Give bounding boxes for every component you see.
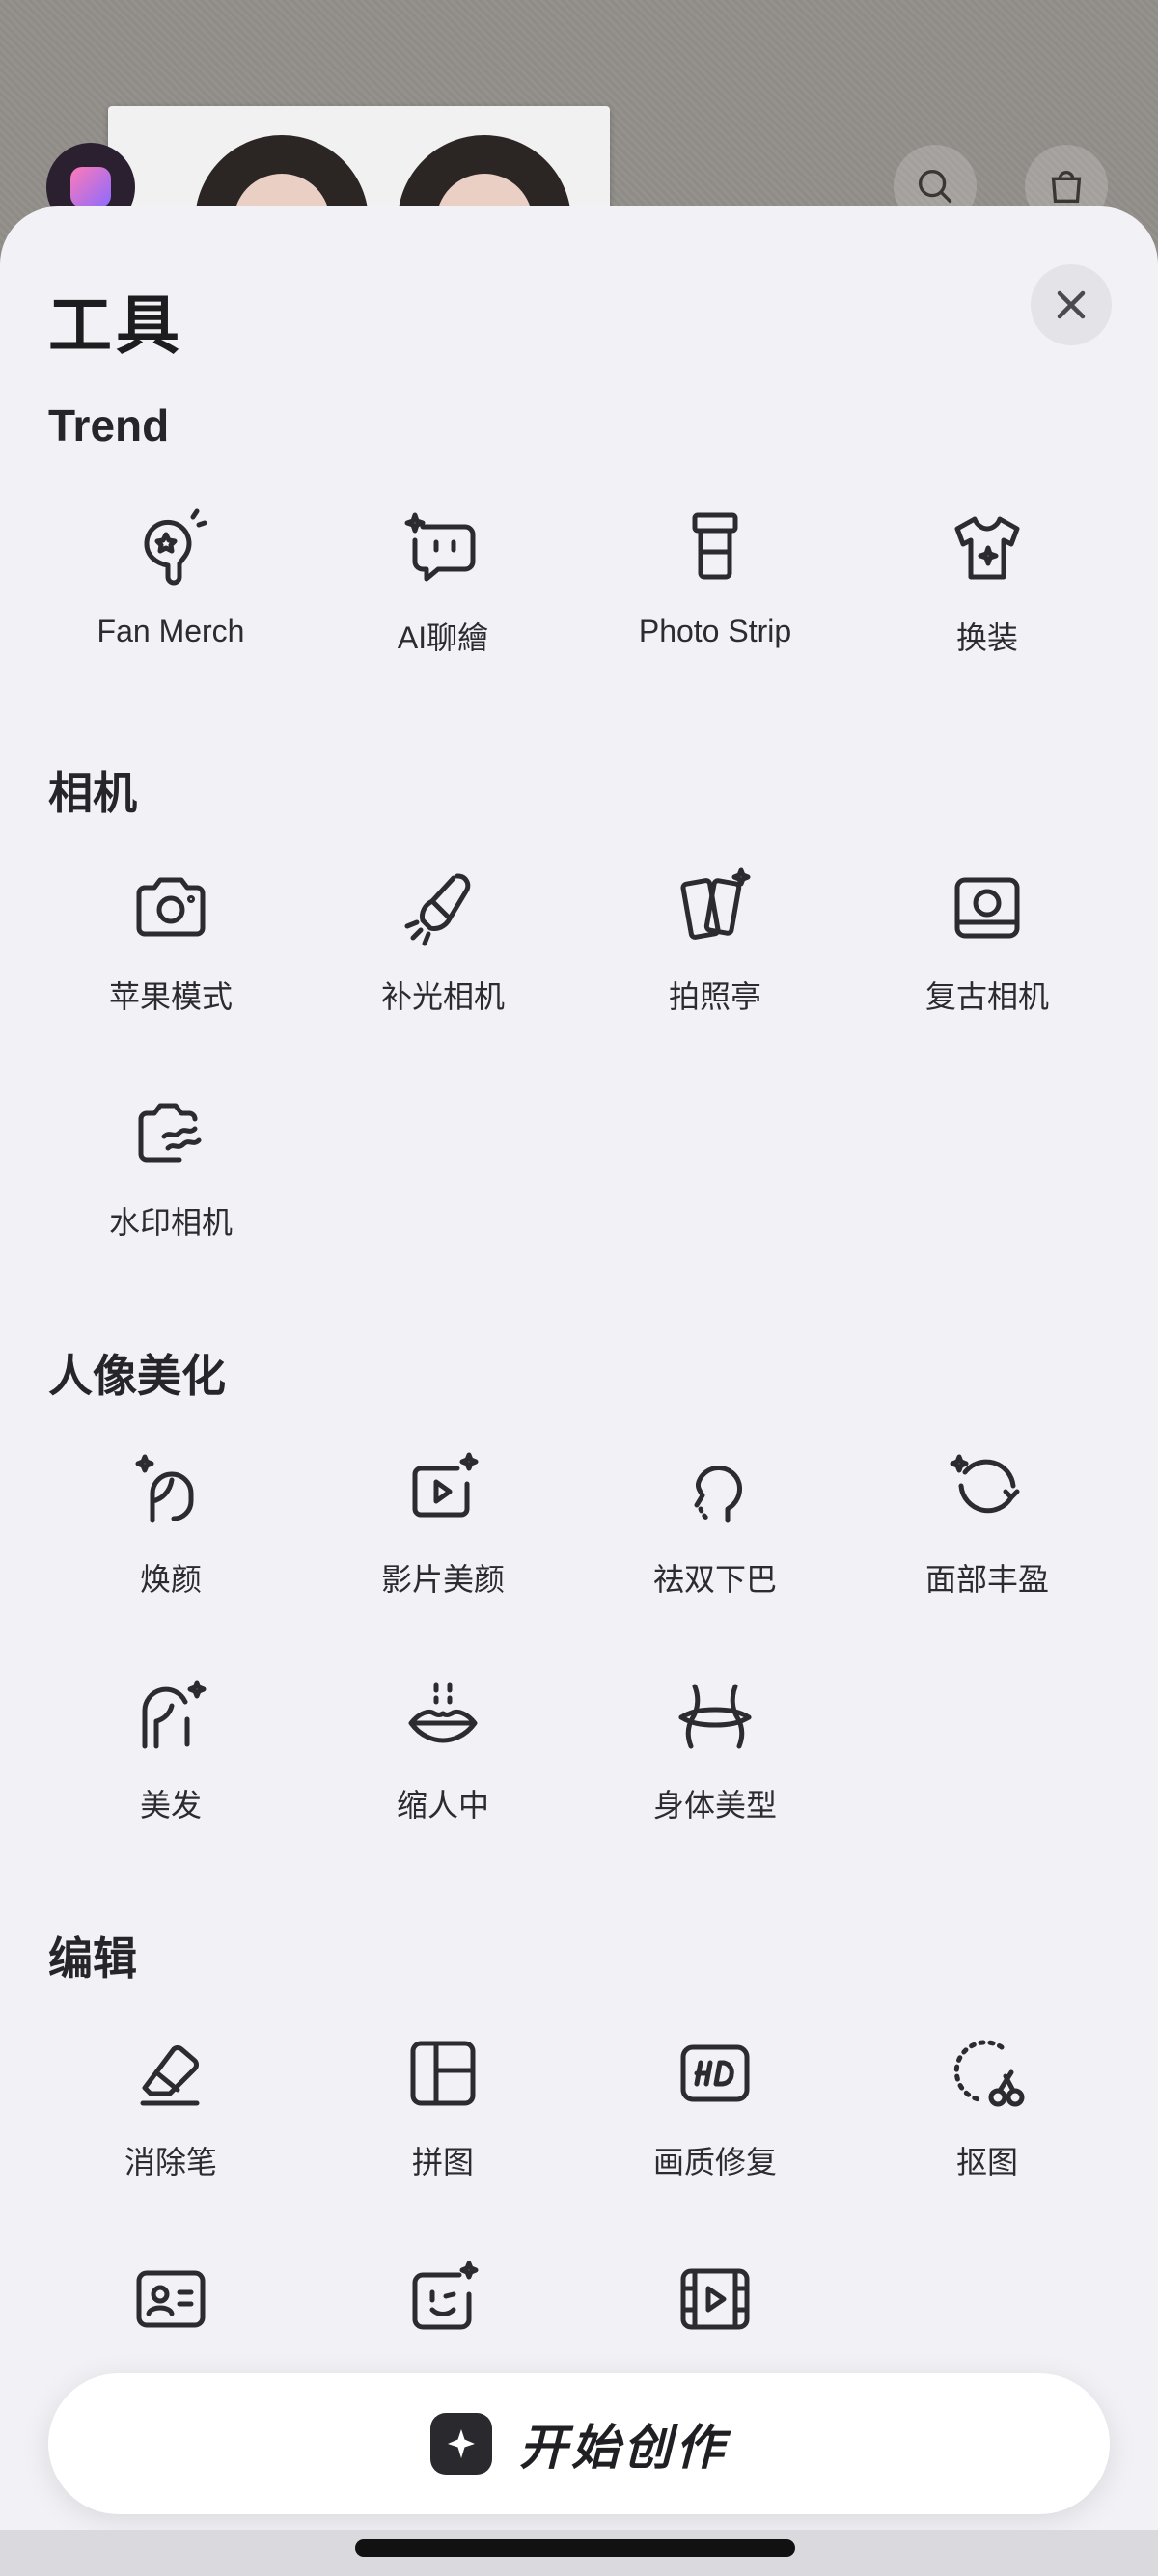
- double-chin-icon: [672, 1447, 758, 1534]
- tool-label: 复古相机: [924, 979, 1049, 1014]
- section-title: 人像美化: [48, 1351, 226, 1401]
- tool-apple-mode[interactable]: 苹果模式: [35, 864, 307, 1057]
- close-icon: [1057, 290, 1086, 319]
- tool-label: 苹果模式: [108, 979, 233, 1014]
- camera-icon: [127, 864, 214, 951]
- tool-collage[interactable]: 拼图: [307, 2030, 579, 2223]
- tool-label: 面部丰盈: [924, 1562, 1049, 1597]
- collage-icon: [400, 2030, 486, 2117]
- tool-label: 水印相机: [108, 1205, 233, 1240]
- tool-label: 缩人中: [396, 1788, 489, 1822]
- fill-light-icon: [400, 864, 486, 951]
- close-button[interactable]: [1031, 264, 1112, 345]
- id-card-icon: [127, 2256, 214, 2343]
- tool-label: 消除笔: [124, 2145, 217, 2179]
- tool-label: 拼图: [411, 2145, 474, 2179]
- tool-photo-booth[interactable]: 拍照亭: [579, 864, 851, 1057]
- cutout-icon: [944, 2030, 1031, 2117]
- tool-photo-strip[interactable]: Photo Strip: [579, 506, 851, 699]
- tool-label: 祛双下巴: [652, 1562, 777, 1597]
- tool-face-plump[interactable]: 面部丰盈: [851, 1447, 1123, 1640]
- ai-chat-icon: [400, 506, 486, 592]
- photo-booth-icon: [672, 864, 758, 951]
- tool-body-shape[interactable]: 身体美型: [579, 1673, 851, 1866]
- tool-label: 焕颜: [139, 1562, 202, 1597]
- tool-label: 美发: [139, 1788, 202, 1822]
- lips-icon: [400, 1673, 486, 1760]
- video-edit-icon: [672, 2256, 758, 2343]
- section-title: 编辑: [48, 1933, 137, 1984]
- tool-label: 抠图: [955, 2145, 1018, 2179]
- sticker-face-icon: [400, 2256, 486, 2343]
- tool-watermark-camera[interactable]: 水印相机: [35, 1090, 307, 1283]
- video-beauty-icon: [400, 1447, 486, 1534]
- tool-video-beauty[interactable]: 影片美颜: [307, 1447, 579, 1640]
- tool-ai-chat[interactable]: AI聊繪: [307, 506, 579, 699]
- tool-label: AI聊繪: [397, 620, 489, 655]
- start-create-button[interactable]: 开始创作: [48, 2373, 1110, 2514]
- body-shape-icon: [672, 1673, 758, 1760]
- watermark-camera-icon: [127, 1090, 214, 1177]
- tool-double-chin[interactable]: 祛双下巴: [579, 1447, 851, 1640]
- sparkle-icon: [430, 2413, 492, 2475]
- tool-label: 补光相机: [380, 979, 505, 1014]
- outfit-icon: [944, 506, 1031, 592]
- tool-label: 拍照亭: [668, 979, 761, 1014]
- tool-lips[interactable]: 缩人中: [307, 1673, 579, 1866]
- tool-outfit[interactable]: 换装: [851, 506, 1123, 699]
- tool-label: 身体美型: [652, 1788, 777, 1822]
- tool-cutout[interactable]: 抠图: [851, 2030, 1123, 2223]
- face-glow-icon: [127, 1447, 214, 1534]
- hair-icon: [127, 1673, 214, 1760]
- tool-label: 影片美颜: [380, 1562, 505, 1597]
- tool-hair[interactable]: 美发: [35, 1673, 307, 1866]
- tool-label: 换装: [955, 620, 1018, 655]
- home-indicator[interactable]: [355, 2539, 795, 2557]
- tool-fan-merch[interactable]: Fan Merch: [35, 506, 307, 699]
- section-title: 相机: [48, 768, 137, 818]
- fan-merch-icon: [127, 506, 214, 592]
- tool-fill-light[interactable]: 补光相机: [307, 864, 579, 1057]
- tool-label: Fan Merch: [96, 614, 245, 648]
- tool-label: 画质修复: [652, 2145, 777, 2179]
- eraser-icon: [127, 2030, 214, 2117]
- tools-sheet: 工具 Trend Fan Merch AI聊繪 Photo Strip 换装 相…: [0, 206, 1158, 2530]
- retro-camera-icon: [944, 864, 1031, 951]
- tool-eraser[interactable]: 消除笔: [35, 2030, 307, 2223]
- start-create-label: 开始创作: [519, 2421, 728, 2475]
- sheet-title: 工具: [48, 289, 183, 361]
- tool-face-glow[interactable]: 焕颜: [35, 1447, 307, 1640]
- section-title: Trend: [48, 400, 170, 451]
- tool-retro-camera[interactable]: 复古相机: [851, 864, 1123, 1057]
- tool-label: Photo Strip: [638, 614, 792, 648]
- hd-icon: [672, 2030, 758, 2117]
- tool-hd-restore[interactable]: 画质修复: [579, 2030, 851, 2223]
- photo-strip-icon: [672, 506, 758, 592]
- face-plump-icon: [944, 1447, 1031, 1534]
